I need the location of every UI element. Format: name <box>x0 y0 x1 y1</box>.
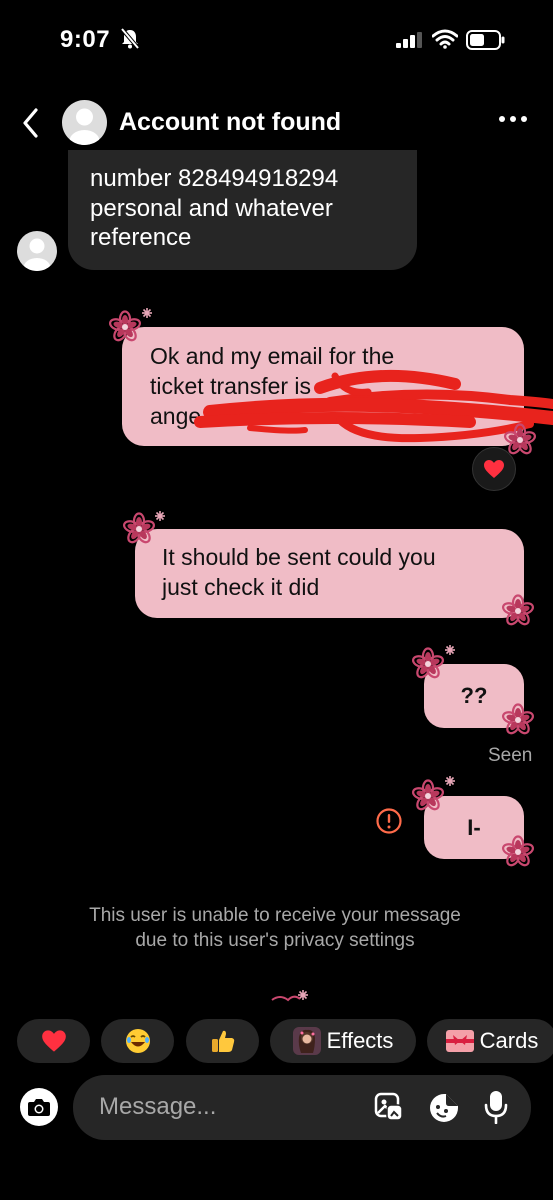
outgoing-message-bubble[interactable]: I- <box>424 796 524 859</box>
camera-button[interactable] <box>20 1088 58 1126</box>
effects-button[interactable]: Effects <box>270 1019 416 1063</box>
status-time: 9:07 <box>60 26 111 53</box>
notice-line: This user is unable to receive your mess… <box>89 905 461 926</box>
quick-laugh-button[interactable] <box>101 1019 174 1063</box>
notice-line: due to this user's privacy settings <box>135 930 415 951</box>
message-line: ticket transfer is <box>150 373 312 399</box>
seen-indicator: Seen <box>488 745 533 766</box>
message-line: ange <box>150 403 202 429</box>
gallery-icon[interactable] <box>374 1092 404 1122</box>
back-chevron-icon[interactable] <box>18 106 44 140</box>
sparkle-icon <box>297 989 309 1001</box>
battery-icon <box>466 30 505 50</box>
heart-reaction-badge[interactable] <box>472 447 516 491</box>
message-line: just check it did <box>162 574 320 600</box>
heart-icon <box>41 1030 66 1052</box>
quick-heart-button[interactable] <box>17 1019 90 1063</box>
cellular-signal-icon <box>396 32 422 48</box>
sender-avatar <box>17 231 57 271</box>
laughing-emoji-icon <box>125 1029 150 1053</box>
bell-slash-icon <box>120 28 140 50</box>
effects-label: Effects <box>326 1028 394 1053</box>
default-user-icon <box>69 108 100 145</box>
default-user-icon <box>23 238 51 271</box>
microphone-icon[interactable] <box>483 1090 509 1124</box>
sparkle-icon <box>141 307 153 319</box>
wifi-icon <box>432 29 458 49</box>
message-input[interactable]: Message... <box>99 1093 216 1121</box>
effects-thumbnail-icon <box>292 1027 321 1055</box>
cards-label: Cards <box>479 1028 539 1053</box>
sparkle-icon <box>444 644 456 656</box>
conversation-title[interactable]: Account not found <box>119 108 341 137</box>
incoming-message-bubble[interactable]: number 828494918294 personal and whateve… <box>68 150 417 270</box>
more-options-icon[interactable] <box>498 114 528 124</box>
sticker-icon[interactable] <box>428 1092 460 1124</box>
message-line: It should be sent could you <box>162 544 436 570</box>
gift-card-icon <box>445 1030 474 1052</box>
privacy-notice: This user is unable to receive your mess… <box>40 903 510 953</box>
message-line: reference <box>90 224 192 251</box>
message-line: Ok and my email for the <box>150 343 395 369</box>
message-line: personal and whatever <box>90 194 333 222</box>
heart-icon <box>484 460 504 478</box>
cards-button[interactable]: Cards <box>427 1019 553 1063</box>
quick-thumbs-up-button[interactable] <box>186 1019 259 1063</box>
outgoing-message-bubble[interactable]: ?? <box>424 664 524 728</box>
thumbs-up-icon <box>211 1030 234 1052</box>
message-line: number 828494918294 <box>90 165 339 192</box>
error-alert-icon[interactable] <box>375 807 403 835</box>
camera-icon <box>28 1099 50 1116</box>
outgoing-message-bubble[interactable]: It should be sent could you just check i… <box>135 529 524 618</box>
contact-avatar[interactable] <box>62 100 107 145</box>
sparkle-icon <box>154 510 166 522</box>
sparkle-icon <box>444 775 456 787</box>
outgoing-message-bubble[interactable]: Ok and my email for the ticket transfer … <box>122 327 524 446</box>
